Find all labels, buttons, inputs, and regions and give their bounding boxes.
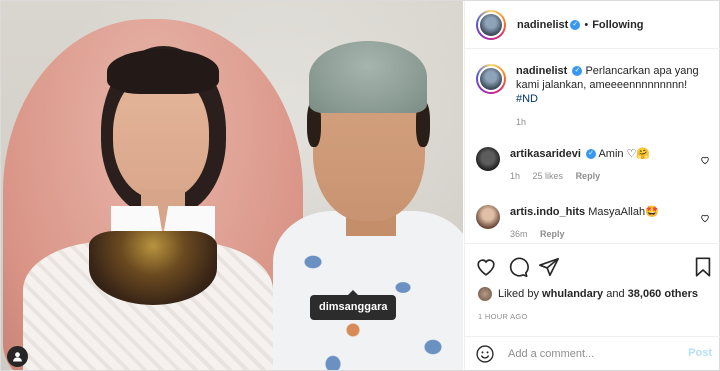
separator-dot: • — [584, 18, 589, 31]
comment-text: Amin ♡🤗 — [598, 148, 651, 160]
reply-button[interactable]: Reply — [576, 171, 601, 181]
comment-time: 36m — [510, 229, 528, 239]
verified-badge-icon: ✓ — [586, 149, 596, 160]
post-caption: nadinelist ✓ Perlancarkan apa yang kami … — [476, 64, 716, 129]
like-comment-heart-icon[interactable] — [700, 155, 710, 165]
commenter-username[interactable]: artis.indo_hits — [510, 206, 585, 218]
commenter-avatar[interactable] — [476, 147, 500, 171]
post-timestamp[interactable]: 1 HOUR AGO — [478, 312, 528, 321]
following-button[interactable]: Following — [592, 19, 643, 31]
reply-button[interactable]: Reply — [540, 229, 565, 239]
comments-list[interactable]: nadinelist ✓ Perlancarkan apa yang kami … — [465, 50, 720, 243]
post-actions — [465, 243, 720, 287]
post-photo[interactable]: dimsanggara — [1, 1, 463, 370]
liked-by-prefix: Liked by — [498, 288, 539, 300]
liked-by-count[interactable]: 38,060 others — [628, 288, 698, 300]
likes-summary[interactable]: Liked by whulandary and 38,060 others — [478, 287, 698, 301]
share-paper-plane-icon[interactable] — [538, 256, 560, 278]
woman-bangs — [107, 49, 219, 94]
caption-author-avatar[interactable] — [476, 64, 506, 94]
like-heart-icon[interactable] — [475, 256, 497, 278]
tagged-users-button[interactable] — [7, 346, 28, 367]
verified-badge-icon: ✓ — [572, 66, 583, 77]
emoji-smiley-icon[interactable] — [475, 344, 495, 364]
post-header: nadinelist ✓ • Following — [465, 1, 720, 49]
commenter-username[interactable]: artikasaridevi — [510, 148, 581, 160]
liker-avatar — [478, 287, 492, 301]
comment-composer: Post — [465, 336, 720, 370]
caption-author-username[interactable]: nadinelist — [516, 65, 567, 77]
liked-by-user[interactable]: whulandary — [542, 288, 603, 300]
author-avatar[interactable] — [476, 9, 506, 40]
post-side-panel: nadinelist ✓ • Following nadinelist ✓ Pe… — [464, 1, 720, 370]
caption-time: 1h — [516, 117, 527, 127]
author-username[interactable]: nadinelist — [517, 19, 568, 31]
comment-item: artikasaridevi ✓ Amin ♡🤗 1h 25 likes Rep… — [476, 147, 716, 183]
woman-necklace — [89, 231, 217, 305]
commenter-avatar[interactable] — [476, 205, 500, 229]
post-comment-button[interactable]: Post — [688, 347, 712, 359]
user-tag-label[interactable]: dimsanggara — [310, 290, 397, 320]
comment-text: MasyaAllah🤩 — [588, 206, 659, 218]
comment-bubble-icon[interactable] — [507, 256, 529, 278]
comment-likes[interactable]: 25 likes — [533, 171, 564, 181]
comment-time: 1h — [510, 171, 521, 181]
comment-item: artis.indo_hits MasyaAllah🤩 36m Reply — [476, 205, 716, 241]
liked-by-and: and — [606, 288, 625, 300]
like-comment-heart-icon[interactable] — [700, 213, 710, 223]
man-cap — [309, 41, 427, 113]
save-bookmark-icon[interactable] — [692, 256, 714, 278]
user-icon — [13, 352, 22, 362]
caption-hashtag[interactable]: #ND — [516, 93, 538, 105]
add-comment-input[interactable] — [508, 347, 668, 360]
verified-badge-icon: ✓ — [570, 19, 581, 30]
